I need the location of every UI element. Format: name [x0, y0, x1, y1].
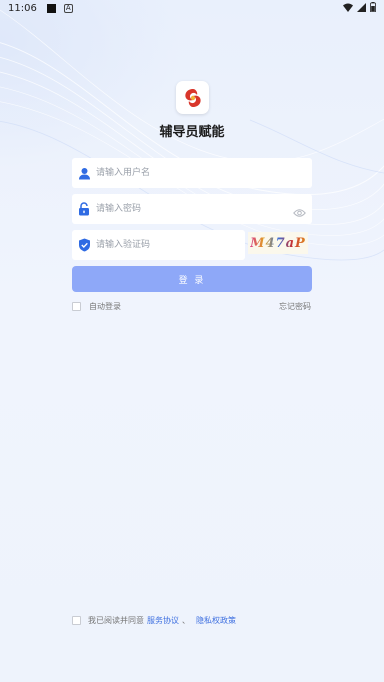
signal-icon — [357, 2, 366, 12]
agreement-separator: 、 — [182, 616, 190, 625]
agreement: 我已阅读并同意 服务协议 、 隐私权政策 — [72, 615, 236, 626]
shield-check-icon — [74, 230, 94, 260]
captcha-image[interactable]: M47aP — [248, 232, 308, 254]
wifi-icon — [343, 3, 353, 12]
agreement-prefix: 我已阅读并同意 — [88, 616, 144, 625]
username-field[interactable] — [72, 158, 312, 188]
red-emblem-logo — [184, 88, 201, 107]
privacy-policy-link[interactable]: 隐私权政策 — [196, 615, 236, 626]
status-bar: 11:06 A — [0, 0, 384, 16]
auto-login[interactable]: 自动登录 — [72, 301, 121, 312]
password-input[interactable] — [94, 194, 312, 224]
agreement-checkbox[interactable] — [72, 616, 81, 625]
password-field[interactable] — [72, 194, 312, 224]
notification-square-icon — [46, 3, 56, 13]
app-logo — [176, 81, 209, 114]
auto-login-label: 自动登录 — [89, 302, 121, 311]
login-button[interactable]: 登 录 — [72, 266, 312, 292]
status-time: 11:06 — [8, 2, 37, 14]
forgot-password-link[interactable]: 忘记密码 — [279, 301, 311, 312]
user-icon — [74, 158, 94, 188]
captcha-field[interactable] — [72, 230, 245, 260]
status-icons — [343, 2, 376, 12]
battery-icon — [370, 2, 376, 12]
captcha-text: M47aP — [250, 235, 306, 251]
app-title: 辅导员赋能 — [159, 125, 225, 140]
a-icon: A — [63, 3, 73, 13]
auto-login-checkbox[interactable] — [72, 302, 81, 311]
service-agreement-link[interactable]: 服务协议 — [147, 615, 179, 626]
lock-icon — [74, 194, 94, 224]
username-input[interactable] — [94, 158, 312, 188]
captcha-input[interactable] — [94, 230, 245, 260]
eye-icon[interactable] — [293, 203, 306, 222]
